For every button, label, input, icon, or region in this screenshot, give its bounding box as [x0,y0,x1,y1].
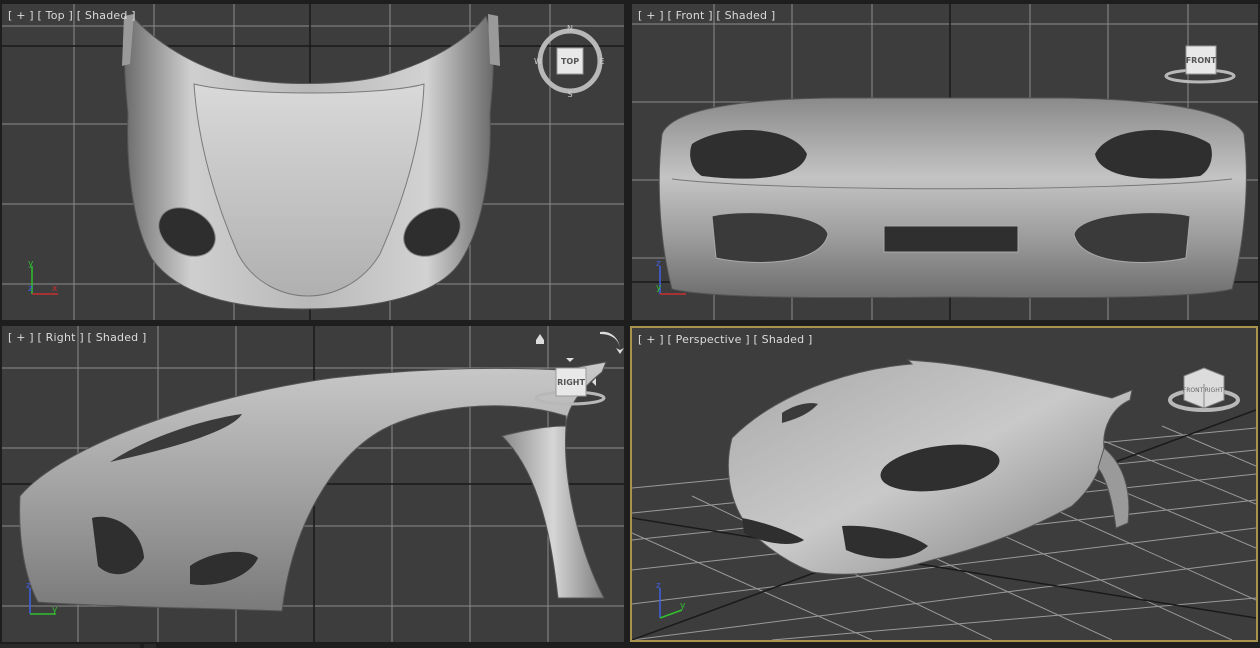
viewcube-face-left-label: FRONT [1183,387,1204,394]
axis-y-label: y [656,283,662,293]
viewport-right[interactable]: RIGHT z y [ + ] [ Right ] [ Shaded ] [2,326,624,642]
compass-south: S [567,90,572,99]
axis-z-label: z [656,581,661,591]
axis-y-label: y [680,601,686,611]
car-model-right[interactable] [19,361,607,612]
timeline-segment [144,644,156,648]
car-model-top[interactable] [122,14,500,310]
viewcube-perspective[interactable]: FRONT RIGHT [1168,367,1240,412]
compass-east: E [599,57,604,66]
viewport-perspective[interactable]: FRONT RIGHT z y [ + ] [ Perspective ] [ … [630,326,1258,642]
viewport-label-right[interactable]: [ + ] [ Right ] [ Shaded ] [8,331,147,344]
viewcube-top[interactable]: TOP N S E W [534,24,604,99]
viewport-right-canvas[interactable]: RIGHT z y [2,326,624,642]
timeline-segment [0,644,140,648]
viewport-front-canvas[interactable]: FRONT z y [632,4,1258,320]
viewport-label-front[interactable]: [ + ] [ Front ] [ Shaded ] [638,9,775,22]
rotate-icon[interactable] [600,331,624,354]
axis-z-label: z [656,259,661,269]
car-model-front[interactable] [658,97,1247,299]
viewcube-face-label: RIGHT [557,378,585,387]
arrow-up-icon[interactable] [566,358,574,362]
viewport-top-canvas[interactable]: TOP N S E W y z x [2,4,624,320]
viewport-label-perspective[interactable]: [ + ] [ Perspective ] [ Shaded ] [638,333,812,346]
axis-x-label: x [52,284,58,294]
compass-west: W [534,57,542,66]
axis-z-label: z [28,284,33,294]
viewcube-face-label: FRONT [1186,56,1217,65]
viewcube-face-label: TOP [561,57,579,66]
axis-tripod: y z x [28,259,58,295]
axis-y-label: y [28,259,34,269]
viewcube-front[interactable]: FRONT [1164,45,1236,84]
bottom-strip [0,642,1260,648]
axis-z-label: z [26,581,31,591]
viewcube-face-right-label: RIGHT [1205,387,1224,394]
home-icon[interactable] [536,334,544,344]
viewport-top[interactable]: TOP N S E W y z x [ + ] [ Top ] [ Shaded… [2,4,624,320]
compass-north: N [567,24,573,33]
axis-y-label: y [52,605,58,615]
viewport-perspective-canvas[interactable]: FRONT RIGHT z y [632,328,1256,640]
viewport-label-top[interactable]: [ + ] [ Top ] [ Shaded ] [8,9,136,22]
viewport-front[interactable]: FRONT z y [ + ] [ Front ] [ Shaded ] [632,4,1258,320]
car-model-perspective[interactable] [727,359,1133,575]
